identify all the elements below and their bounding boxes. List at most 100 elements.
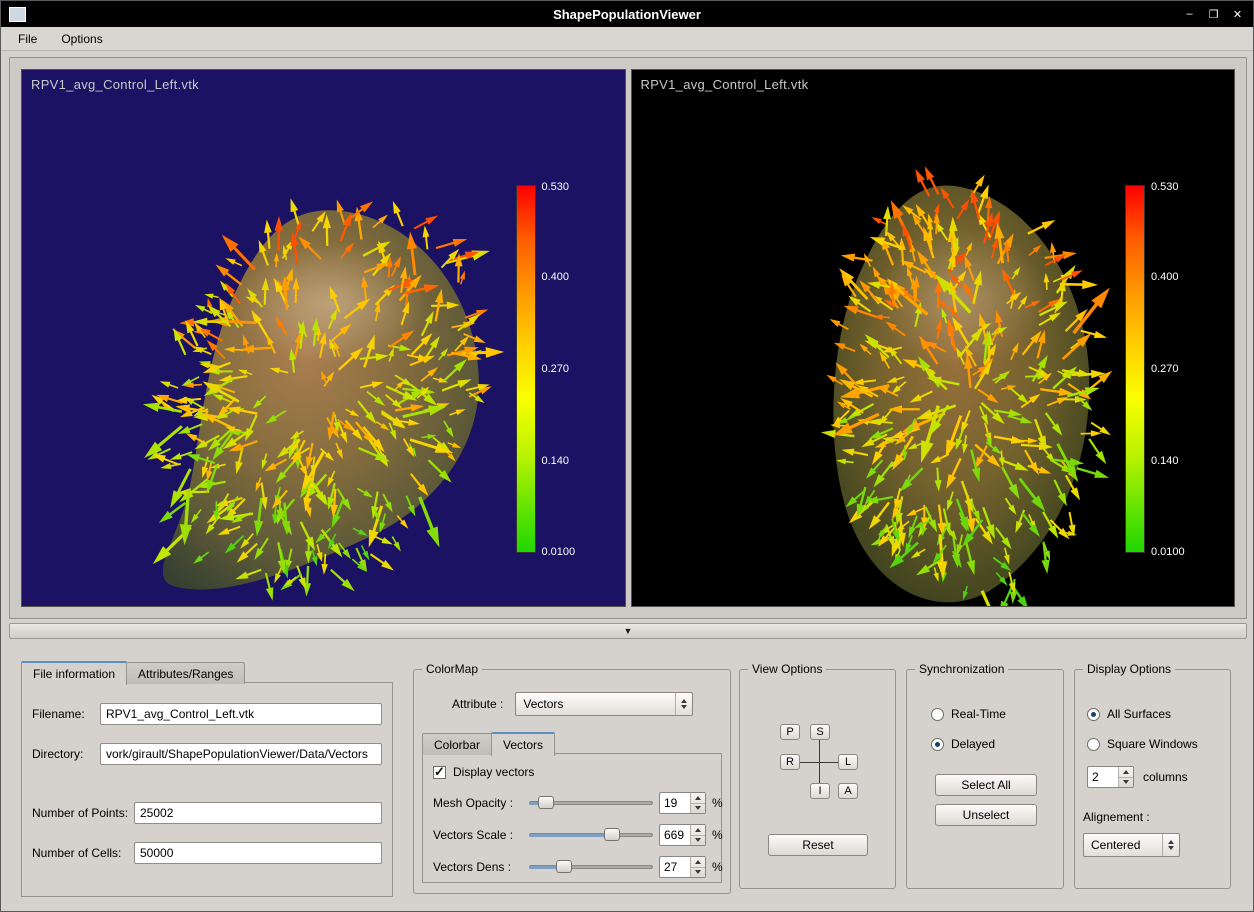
spinbox-buttons [690,825,705,845]
colormap-legend: ColorMap [422,662,482,676]
app-window: ShapePopulationViewer – ❐ ✕ File Options [0,0,1254,912]
viewport-filename-label: RPV1_avg_Control_Left.vtk [31,77,199,92]
spin-up-icon[interactable] [691,857,705,867]
display-vectors-row: Display vectors [433,763,534,781]
spin-down-icon[interactable] [691,867,705,878]
number-of-points-field[interactable] [134,802,382,824]
spin-up-icon[interactable] [691,793,705,803]
axis-line-horizontal [800,762,838,763]
colorbar-tick: 0.530 [542,181,570,193]
slider-handle[interactable] [538,796,554,809]
viewport-left[interactable]: RPV1_avg_Control_Left.vtk 0.530 0.400 0.… [21,69,626,607]
colorbar-tick: 0.0100 [1151,546,1185,558]
viewport-filename-label: RPV1_avg_Control_Left.vtk [641,77,809,92]
vectors-density-row: Vectors Dens : 27 % [433,856,715,878]
view-anterior-button[interactable]: A [838,783,858,799]
real-time-radio-row: Real-Time [931,707,1006,721]
file-info-panel: Filename: Directory: Number of Points: N… [21,682,393,897]
colorbar-tick: 0.140 [1151,455,1179,467]
combobox-arrows-icon[interactable] [675,693,692,715]
view-options-group: View Options P S R L I A Reset [739,669,896,889]
display-options-group: Display Options All Surfaces Square Wind… [1074,669,1231,889]
view-superior-button[interactable]: S [810,724,830,740]
attribute-combobox[interactable]: Vectors [515,692,693,716]
combobox-arrows-icon[interactable] [1162,834,1179,856]
synchronization-group: Synchronization Real-Time Delayed Select… [906,669,1064,889]
filename-row: Filename: [32,703,382,725]
all-surfaces-radio-row: All Surfaces [1087,707,1171,721]
unselect-button[interactable]: Unselect [935,804,1037,826]
colorbar-tick: 0.400 [542,271,570,283]
alignment-value: Centered [1084,838,1162,852]
slider-handle[interactable] [556,860,572,873]
minimize-icon[interactable]: – [1179,5,1200,23]
colorbar: 0.530 0.400 0.270 0.140 0.0100 [516,185,536,553]
mesh-opacity-row: Mesh Opacity : 19 % [433,792,715,814]
number-of-cells-field[interactable] [134,842,382,864]
spinbox-buttons [1118,767,1133,787]
menubar: File Options [1,27,1253,51]
cells-row: Number of Cells: [32,842,382,864]
vectors-scale-label: Vectors Scale : [433,828,523,842]
view-right-button[interactable]: R [780,754,800,770]
vectors-density-spinbox[interactable]: 27 [659,856,706,878]
colorbar-tick: 0.270 [542,363,570,375]
spinbox-value: 2 [1088,767,1118,787]
delayed-label: Delayed [951,737,995,751]
close-icon[interactable]: ✕ [1227,5,1248,23]
tab-vectors[interactable]: Vectors [491,732,555,756]
slider-handle[interactable] [604,828,620,841]
select-all-button[interactable]: Select All [935,774,1037,796]
square-windows-radio[interactable] [1087,738,1100,751]
chevron-down-icon: ▼ [624,626,633,636]
tab-colorbar[interactable]: Colorbar [422,733,492,755]
display-vectors-checkbox[interactable] [433,766,446,779]
view-inferior-button[interactable]: I [810,783,830,799]
alignment-combobox[interactable]: Centered [1083,833,1180,857]
square-windows-label: Square Windows [1107,737,1198,751]
vectors-density-label: Vectors Dens : [433,860,523,874]
delayed-radio-row: Delayed [931,737,995,751]
display-options-legend: Display Options [1083,662,1175,676]
view-posterior-button[interactable]: P [780,724,800,740]
all-surfaces-radio[interactable] [1087,708,1100,721]
tab-file-information[interactable]: File information [21,661,127,685]
mesh-opacity-slider[interactable] [529,795,653,811]
vectors-density-slider[interactable] [529,859,653,875]
colorbar-tick: 0.270 [1151,363,1179,375]
columns-spinbox[interactable]: 2 [1087,766,1134,788]
spin-up-icon[interactable] [1119,767,1133,777]
window-controls: – ❐ ✕ [1179,5,1248,23]
directory-label: Directory: [32,747,100,761]
delayed-radio[interactable] [931,738,944,751]
view-left-button[interactable]: L [838,754,858,770]
number-of-cells-label: Number of Cells: [32,846,134,860]
tab-attributes-ranges[interactable]: Attributes/Ranges [126,662,245,684]
mesh-opacity-spinbox[interactable]: 19 [659,792,706,814]
spin-down-icon[interactable] [691,835,705,846]
window-title: ShapePopulationViewer [1,7,1253,22]
mesh-opacity-label: Mesh Opacity : [433,796,523,810]
real-time-radio[interactable] [931,708,944,721]
vectors-scale-slider[interactable] [529,827,653,843]
collapse-panel-handle[interactable]: ▼ [9,623,1247,639]
spin-down-icon[interactable] [691,803,705,814]
file-information-widget: File information Attributes/Ranges Filen… [21,661,393,897]
colorbar-tick: 0.0100 [542,546,576,558]
colormap-group: ColorMap Attribute : Vectors Colorbar Ve… [413,669,731,894]
spinbox-buttons [690,793,705,813]
menu-file[interactable]: File [9,29,46,49]
directory-field[interactable] [100,743,382,765]
filename-field[interactable] [100,703,382,725]
display-vectors-label: Display vectors [453,765,534,779]
reset-button[interactable]: Reset [768,834,868,856]
attribute-label: Attribute : [452,697,503,711]
synchronization-legend: Synchronization [915,662,1008,676]
spin-up-icon[interactable] [691,825,705,835]
vectors-scale-spinbox[interactable]: 669 [659,824,706,846]
menu-options[interactable]: Options [52,29,111,49]
maximize-icon[interactable]: ❐ [1203,5,1224,23]
spin-down-icon[interactable] [1119,777,1133,788]
viewport-right[interactable]: RPV1_avg_Control_Left.vtk 0.530 0.400 0.… [631,69,1236,607]
titlebar: ShapePopulationViewer – ❐ ✕ [1,1,1253,27]
